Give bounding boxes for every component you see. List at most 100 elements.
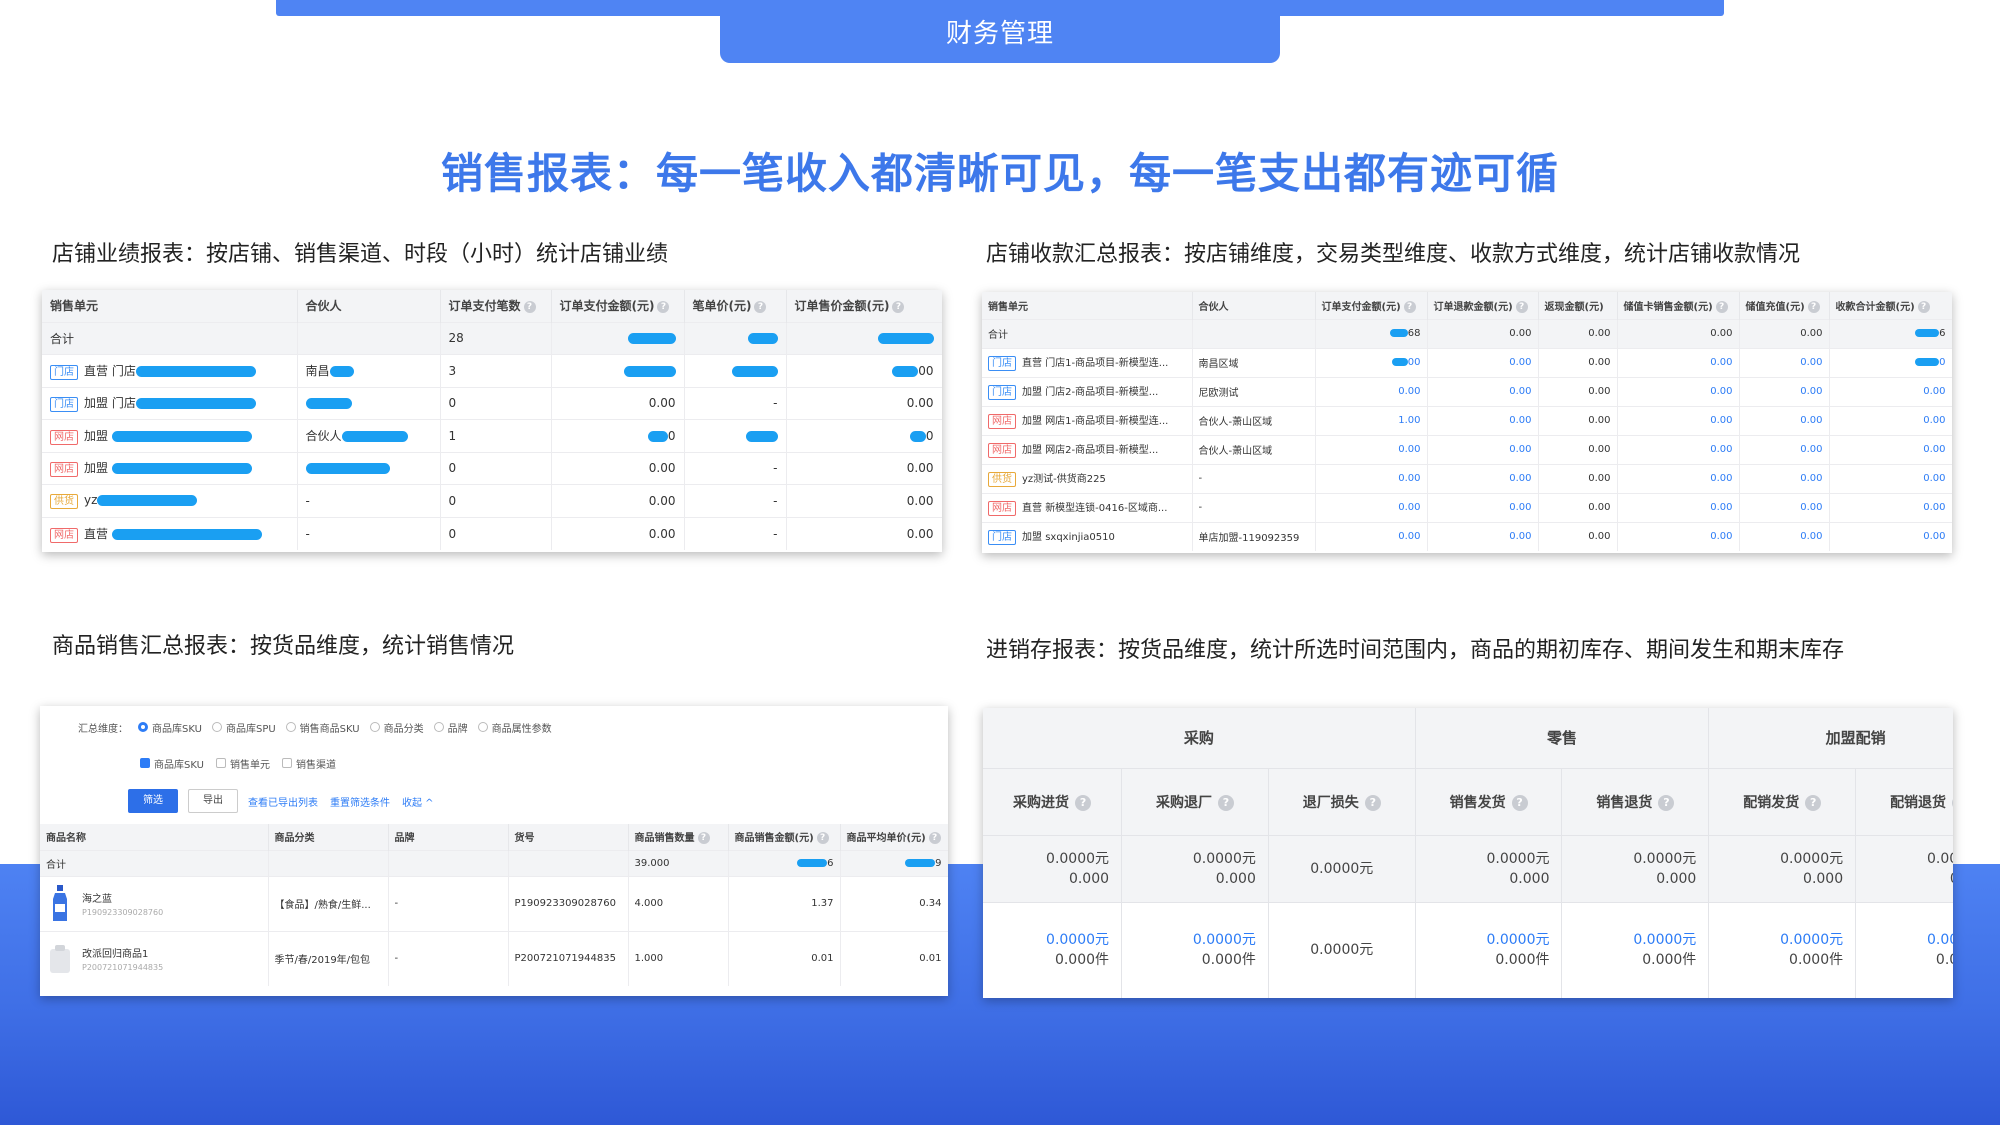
help-icon: ?	[816, 832, 829, 845]
channel-tag: 门店	[988, 356, 1016, 371]
collapse-link[interactable]: 收起 ^	[402, 794, 434, 809]
redaction-mark	[1391, 358, 1408, 366]
table-row[interactable]: 网店 加盟 网店1-商品项目-新模型连... 合伙人-萧山区域 1.00 0.00…	[982, 405, 1952, 435]
total-label: 合计	[42, 321, 298, 355]
col-header[interactable]: 退厂损失?	[1268, 768, 1416, 836]
col-header[interactable]: 收款合计金额(元)?	[1829, 292, 1952, 319]
filter-button[interactable]: 筛选	[128, 789, 178, 813]
col-header[interactable]: 销售退货?	[1561, 768, 1710, 836]
col-header[interactable]: 配销退货?	[1855, 768, 1953, 836]
checkbox-channel[interactable]	[281, 758, 292, 768]
table-row[interactable]: 供货 yz - 0 0.00 - 0.00	[42, 484, 942, 517]
goods-sales-panel: 汇总维度： 商品库SKU 商品库SPU 销售商品SKU 商品分类 品牌 商品属性…	[40, 706, 948, 996]
radio-dimension[interactable]	[477, 722, 488, 732]
col-header[interactable]: 商品名称	[40, 824, 269, 850]
col-header[interactable]: 商品销售金额(元)?	[728, 824, 841, 850]
col-header[interactable]: 销售单元	[42, 290, 298, 322]
redaction-mark	[329, 366, 354, 378]
radio-dimension[interactable]	[369, 722, 380, 732]
inventory-money-link[interactable]: 0.0000元	[1428, 930, 1549, 950]
inventory-money-link[interactable]: 0.0000元	[995, 930, 1109, 950]
table-row[interactable]: 门店 直营 门店1-商品项目-新模型连... 南昌区域 00 0.00 0.00 …	[982, 347, 1952, 377]
help-icon[interactable]: ?	[1715, 300, 1728, 313]
goods-sales-title: 商品销售汇总报表：按货品维度，统计销售情况	[52, 634, 515, 659]
inventory-money-link[interactable]: 0.0000元	[1134, 930, 1256, 950]
checkbox-unit[interactable]	[215, 758, 226, 768]
channel-tag: 网店	[50, 429, 78, 445]
help-icon[interactable]: ?	[1515, 300, 1528, 313]
table-row[interactable]: 网店 加盟 0 0.00 - 0.00	[42, 451, 942, 485]
col-header[interactable]: 返现金额(元)	[1538, 292, 1618, 319]
col-header[interactable]: 商品分类	[268, 824, 389, 850]
inventory-money-link[interactable]: 0.0000元	[1721, 930, 1843, 950]
col-header[interactable]: 采购退厂?	[1121, 768, 1269, 836]
col-header[interactable]: 合伙人	[297, 290, 441, 322]
col-header[interactable]: 订单支付金额(元)?	[551, 290, 685, 322]
help-icon[interactable]: ?	[523, 300, 536, 313]
store-perf-title: 店铺业绩报表：按店铺、销售渠道、时段（小时）统计店铺业绩	[52, 242, 669, 267]
table-row[interactable]: 网店 加盟 合伙人 1 0 0	[42, 419, 942, 452]
col-header[interactable]: 销售发货?	[1415, 768, 1563, 836]
col-header[interactable]: 订单退款金额(元)?	[1427, 292, 1539, 319]
export-button[interactable]: 导出	[188, 789, 238, 813]
radio-dimension[interactable]	[285, 722, 296, 732]
col-header[interactable]: 订单支付金额(元)?	[1315, 292, 1428, 319]
view-exports-link[interactable]: 查看已导出列表	[248, 794, 318, 809]
redaction-mark	[745, 430, 778, 442]
table-row: 0.0000元 0.000 0.0000元 0.000 0.0000元 0.0000…	[983, 835, 1953, 903]
channel-tag: 门店	[988, 385, 1016, 400]
table-row[interactable]: 海之蓝 P190923309028760 【食品】/熟食/生鲜... - P190…	[40, 875, 948, 931]
inventory-money-link[interactable]: 0.0000元	[1574, 930, 1696, 950]
col-header[interactable]: 货号	[508, 824, 629, 850]
channel-tag: 门店	[988, 530, 1016, 546]
redaction-mark	[731, 365, 778, 377]
inventory-panel: 采购 零售 加盟配销 采购进货? 采购退厂? 退厂损失? 销售发货? 销售退货?…	[983, 708, 1953, 998]
section-tab: 财务管理	[720, 0, 1280, 63]
redaction-mark	[905, 858, 936, 867]
help-icon[interactable]: ?	[1403, 300, 1416, 313]
radio-dimension[interactable]	[433, 722, 444, 732]
table-row[interactable]: 供货 yz测试-供货商225 - 0.00 0.00 0.00 0.00 0.00…	[982, 463, 1952, 493]
table-row[interactable]: 门店 加盟 门店 0 0.00 - 0.00	[42, 386, 942, 420]
table-row[interactable]: 门店 直营 门店 南昌 3 00	[42, 354, 942, 387]
help-icon: ?	[1658, 794, 1675, 811]
help-icon[interactable]: ?	[1807, 300, 1820, 313]
table-row[interactable]: 网店 加盟 网店2-商品项目-新模型... 合伙人-萧山区域 0.00 0.00 …	[982, 434, 1952, 464]
col-header[interactable]: 品牌	[388, 824, 509, 850]
help-icon[interactable]: ?	[892, 300, 905, 313]
help-icon[interactable]: ?	[1917, 300, 1930, 313]
reset-filters-link[interactable]: 重置筛选条件	[330, 794, 390, 809]
page-headline: 销售报表：每一笔收入都清晰可见，每一笔支出都有迹可循	[440, 149, 1559, 198]
col-header[interactable]: 销售单元	[982, 292, 1193, 319]
col-header[interactable]: 采购进货?	[983, 768, 1123, 836]
help-icon[interactable]: ?	[754, 300, 767, 313]
checkbox-sku[interactable]	[140, 758, 150, 768]
table-row[interactable]: 门店 加盟 sxqxinjia0510 单店加盟-119092359 0.00 0…	[982, 521, 1952, 551]
group-header-purchase: 采购	[983, 708, 1416, 769]
channel-tag: 网店	[988, 443, 1016, 458]
filter-area: 汇总维度： 商品库SKU 商品库SPU 销售商品SKU 商品分类 品牌 商品属性…	[40, 706, 948, 824]
col-header[interactable]: 商品平均单价(元)?	[840, 824, 948, 850]
col-header[interactable]: 订单支付笔数?	[440, 290, 552, 322]
col-header[interactable]: 合伙人	[1192, 292, 1316, 319]
product-thumbnail	[46, 939, 74, 979]
radio-dimension[interactable]	[138, 722, 148, 732]
col-header[interactable]: 储值卡销售金额(元)?	[1617, 292, 1740, 319]
help-icon[interactable]: ?	[657, 300, 670, 313]
table-row[interactable]: 改派回归商品1 P200721071944835 季节/春/2019年/包包 - …	[40, 930, 948, 986]
table-row[interactable]: 网店 直营 新模型连锁-0416-区域商... - 0.00 0.00 0.00 …	[982, 492, 1952, 522]
inventory-money-link[interactable]: 0.0000元	[1868, 930, 1953, 950]
channel-tag: 网店	[50, 527, 78, 543]
table-row[interactable]: 门店 加盟 门店2-商品项目-新模型... 尼欧测试 0.00 0.00 0.00…	[982, 376, 1952, 406]
col-header[interactable]: 商品销售数量?	[628, 824, 729, 850]
col-header[interactable]: 配销发货?	[1708, 768, 1857, 836]
col-header[interactable]: 笔单价(元)?	[684, 290, 787, 322]
store-collect-table-panel: 销售单元 合伙人 订单支付金额(元)? 订单退款金额(元)? 返现金额(元) 储…	[982, 292, 1952, 553]
col-header[interactable]: 储值充值(元)?	[1739, 292, 1830, 319]
col-header[interactable]: 订单售价金额(元)?	[786, 290, 942, 322]
help-icon: ?	[1075, 794, 1092, 811]
table-total-row: 合计 28	[42, 321, 942, 355]
table-row[interactable]: 网店 直营 - 0 0.00 - 0.00	[42, 516, 942, 550]
radio-dimension[interactable]	[211, 722, 222, 732]
channel-tag: 供货	[988, 472, 1016, 487]
